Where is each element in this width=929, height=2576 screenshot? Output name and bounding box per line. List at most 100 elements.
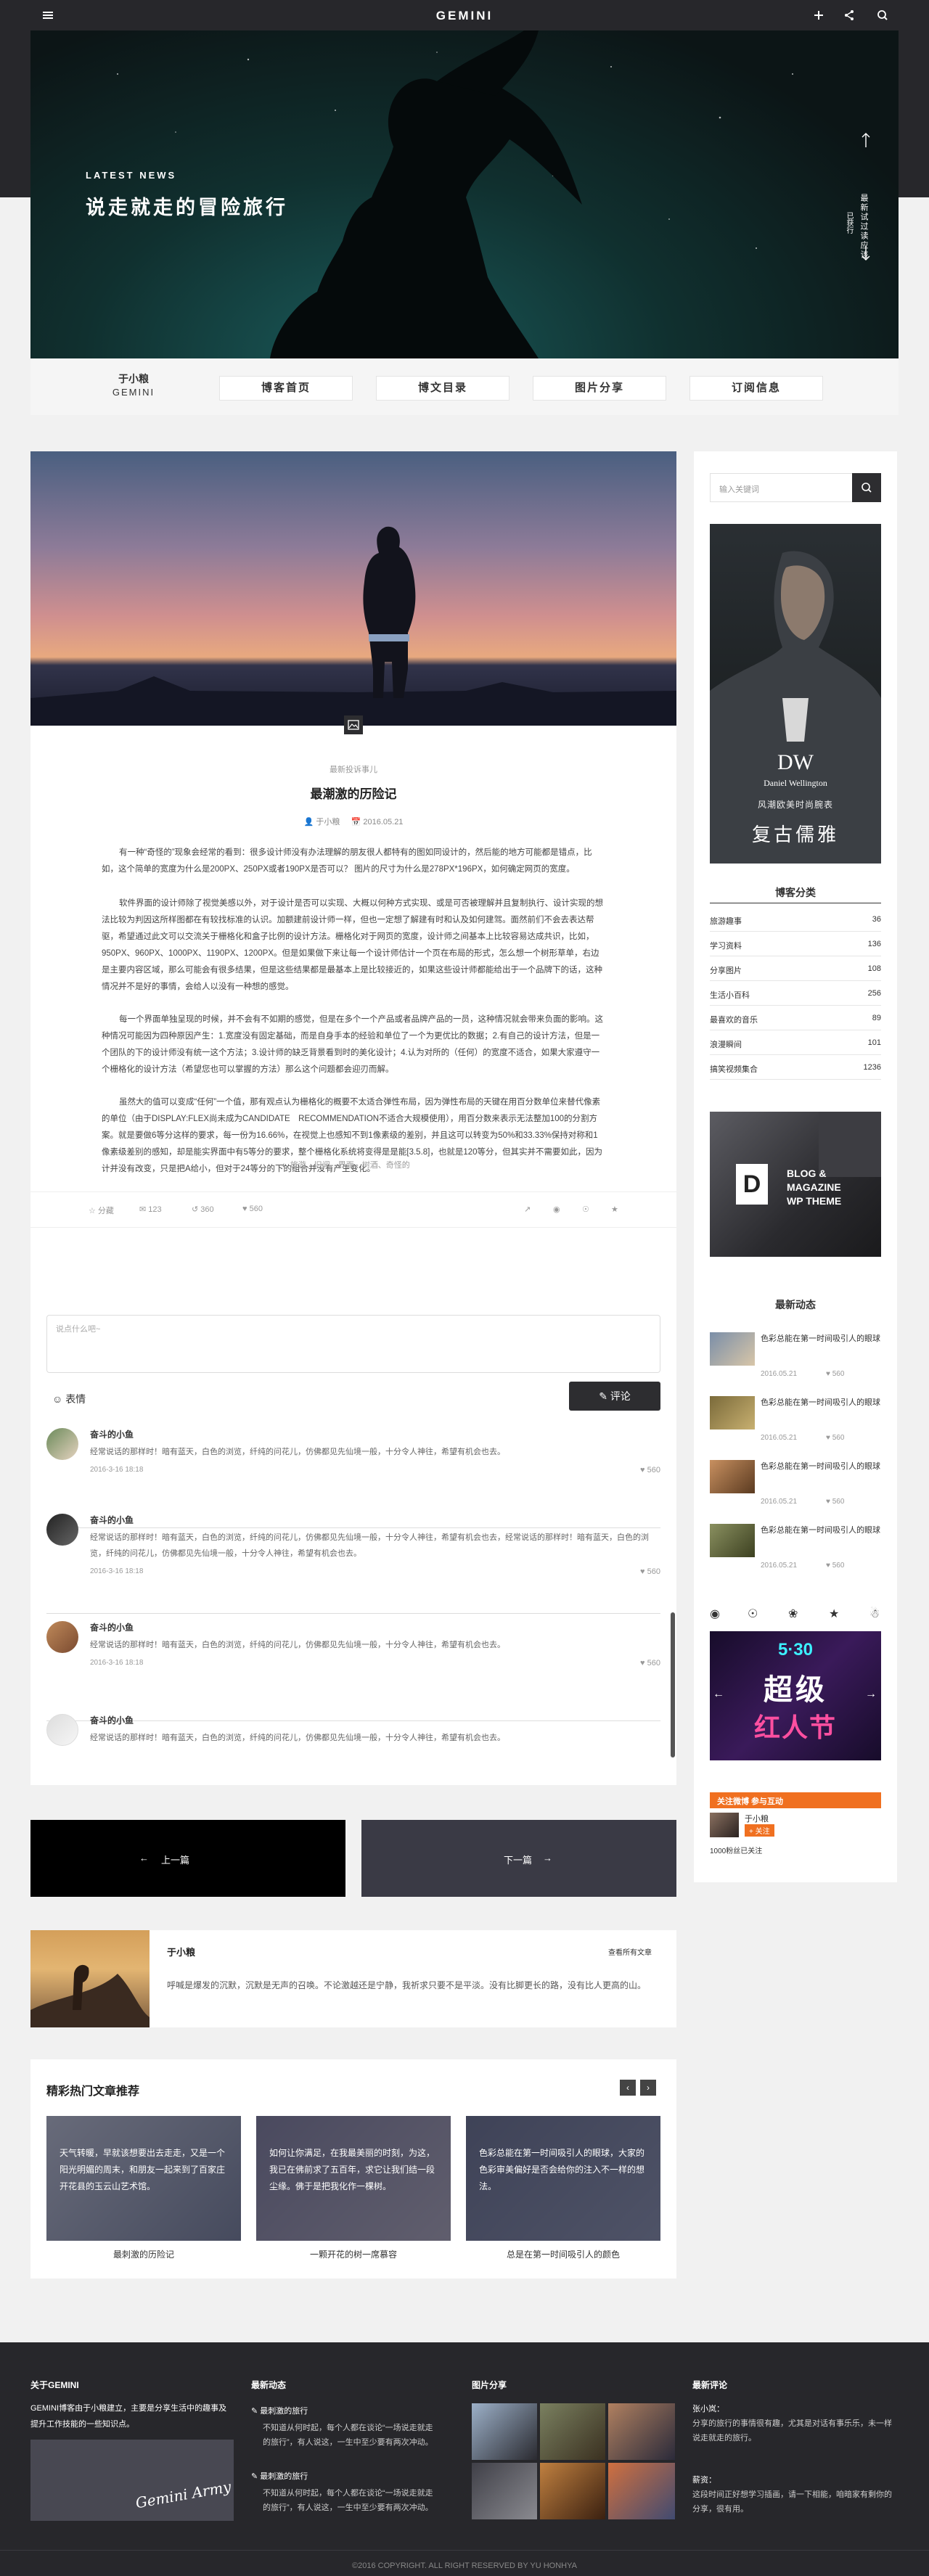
footer-news-text: 不知道从何时起，每个人都在谈论“一场说走就走的旅行”，有人说这，一生中至少要有两…: [263, 2424, 433, 2447]
arrow-left-icon[interactable]: ←: [713, 1688, 724, 1701]
promo-banner[interactable]: 5·30 超级 红人节 ← →: [710, 1631, 881, 1760]
related-card[interactable]: 如何让你满足，在我最美丽的时刻，为这，我已在佛前求了五百年，求它让我们结一段尘缘…: [256, 2116, 451, 2241]
avatar[interactable]: [46, 1714, 78, 1746]
footer-photo[interactable]: [608, 2463, 675, 2519]
emoji-button[interactable]: ☺ 表情: [52, 1392, 86, 1406]
category-item[interactable]: 分享图片 108: [710, 956, 881, 981]
review-text: 这段时间正好想学习插画，请一下相能，咱暗家有剩你的分享，很有用。: [692, 2490, 892, 2514]
weibo-name[interactable]: 于小粮: [745, 1813, 769, 1824]
author-photo-drawing: [30, 1964, 150, 2027]
recent-item[interactable]: 色彩总能在第一时间吸引人的眼球 2016.05.21 ♥ 560: [710, 1332, 881, 1387]
post-category[interactable]: 最新投诉事儿: [30, 763, 676, 775]
site-logo[interactable]: GEMINI: [0, 9, 929, 23]
weibo-follow-header: 关注微博 参与互动: [710, 1792, 881, 1808]
arrow-up-icon[interactable]: [861, 132, 871, 148]
post-tags-text[interactable]: 旅游、旧闻、界面、树酒、奇怪的: [290, 1161, 410, 1170]
footer-news-item[interactable]: ✎ 最刺激的旅行 不知道从何时起，每个人都在谈论“一场说走就走的旅行”，有人说这…: [251, 2470, 440, 2515]
recent-title: 色彩总能在第一时间吸引人的眼球: [761, 1462, 880, 1471]
arrow-left-icon: ←: [139, 1853, 149, 1863]
weibo-icon[interactable]: ◉: [553, 1205, 560, 1214]
tencent-icon[interactable]: ❀: [788, 1607, 798, 1621]
related-post-title[interactable]: 一颗开花的树一席慕容: [256, 2248, 451, 2260]
wechat-icon[interactable]: ☉: [748, 1607, 758, 1621]
comment-author[interactable]: 奋斗的小鱼: [90, 1621, 134, 1633]
related-post-title[interactable]: 最刺激的历险记: [46, 2248, 241, 2260]
category-item[interactable]: 旅游趣事 36: [710, 907, 881, 932]
ad2-line3: WP THEME: [787, 1195, 842, 1207]
comment-author[interactable]: 奋斗的小鱼: [90, 1514, 134, 1526]
review-author[interactable]: 薪资：: [692, 2473, 896, 2487]
chevron-right-icon[interactable]: ›: [640, 2080, 656, 2096]
comment-count[interactable]: ✉ 123: [139, 1205, 162, 1214]
post-tags: ◖ 旅游、旧闻、界面、树酒、奇怪的: [281, 1159, 410, 1170]
related-card[interactable]: 天气转暖，早就该想要出去走走，又是一个阳光明媚的周末，和朋友一起来到了百家庄开花…: [46, 2116, 241, 2241]
author-name[interactable]: 于小粮: [167, 1945, 195, 1958]
favorite-button[interactable]: ☆ 分藏: [89, 1205, 114, 1216]
footer-photo[interactable]: [608, 2403, 675, 2460]
weibo-follow-button[interactable]: + 关注: [745, 1824, 774, 1837]
sidebar-search-input[interactable]: 输入关键词: [710, 473, 864, 502]
share-icon[interactable]: [842, 8, 856, 22]
weibo-avatar[interactable]: [710, 1813, 739, 1837]
qq-icon[interactable]: ☃: [869, 1607, 880, 1621]
brand-name-cn: 于小粮: [118, 373, 149, 385]
category-item[interactable]: 最喜欢的音乐 89: [710, 1006, 881, 1030]
chevron-left-icon[interactable]: ‹: [620, 2080, 636, 2096]
category-item[interactable]: 学习资料 136: [710, 932, 881, 956]
post-paragraph: 软件界面的设计师除了视觉美感以外，对于设计是否可以实现、大概以何种方式实现、或是…: [102, 899, 603, 991]
nav-photos[interactable]: 图片分享: [533, 376, 666, 401]
post-author[interactable]: 于小粮: [316, 818, 340, 826]
wechat-icon[interactable]: ☉: [582, 1205, 589, 1214]
star-icon[interactable]: ★: [611, 1205, 618, 1214]
comment-author[interactable]: 奋斗的小鱼: [90, 1428, 134, 1440]
footer-photo[interactable]: [472, 2463, 537, 2519]
avatar[interactable]: [46, 1428, 78, 1460]
arrow-down-icon[interactable]: [861, 245, 871, 261]
comments-scrollbar[interactable]: [671, 1612, 675, 1757]
avatar[interactable]: [46, 1621, 78, 1653]
sidebar-search-button[interactable]: [852, 473, 881, 502]
watch-ad[interactable]: DW Daniel Wellington 风潮欧美时尚腕表 复古儒雅: [710, 524, 881, 864]
recent-item[interactable]: 色彩总能在第一时间吸引人的眼球 2016.05.21 ♥ 560: [710, 1460, 881, 1515]
brand-block[interactable]: 于小粮 GEMINI: [105, 372, 163, 398]
share-count[interactable]: ↺ 360: [192, 1205, 214, 1214]
comment-text: 经常说话的那样时！暗有蓝天，白色的浏览，纤纯的问花儿，仿佛都见先仙境一般，十分令…: [90, 1734, 505, 1742]
comment-likes[interactable]: ♥ 560: [640, 1567, 660, 1576]
share-out-icon[interactable]: ↗: [524, 1205, 531, 1214]
footer-about-heading: 关于GEMINI: [30, 2380, 79, 2390]
footer-photo[interactable]: [540, 2463, 605, 2519]
comment-likes-value: 560: [647, 1567, 660, 1576]
comment-textarea[interactable]: 说点什么吧~: [46, 1315, 660, 1373]
review-author[interactable]: 张小岚：: [692, 2402, 896, 2416]
nav-catalog[interactable]: 博文目录: [376, 376, 509, 401]
nav-home[interactable]: 博客首页: [219, 376, 353, 401]
related-post-title[interactable]: 总是在第一时间吸引人的颜色: [466, 2248, 660, 2260]
star-icon[interactable]: ★: [829, 1607, 839, 1621]
footer-news-item[interactable]: ✎ 最刺激的旅行 不知道从何时起，每个人都在谈论“一场说走就走的旅行”，有人说这…: [251, 2405, 440, 2450]
weibo-icon[interactable]: ◉: [710, 1607, 720, 1621]
nav-subscribe[interactable]: 订阅信息: [689, 376, 823, 401]
category-item[interactable]: 搞笑视频集合 1236: [710, 1055, 881, 1080]
like-count[interactable]: ♥ 560: [242, 1205, 263, 1213]
next-post-button[interactable]: 下一篇 →: [361, 1820, 676, 1897]
footer-photo[interactable]: [540, 2403, 605, 2460]
comment-likes[interactable]: ♥ 560: [640, 1659, 660, 1668]
plus-icon[interactable]: [811, 8, 826, 22]
view-all-posts-link[interactable]: 查看所有文章: [608, 1946, 652, 1957]
category-item[interactable]: 浪漫瞬间 101: [710, 1030, 881, 1055]
footer-photo[interactable]: [472, 2403, 537, 2460]
category-item[interactable]: 生活小百科 256: [710, 981, 881, 1006]
blog-theme-ad[interactable]: D BLOG & MAGAZINE WP THEME: [710, 1112, 881, 1257]
arrow-right-icon[interactable]: →: [865, 1688, 877, 1701]
top-bar: GEMINI: [0, 0, 929, 30]
related-card[interactable]: 色彩总能在第一时间吸引人的眼球，大家的色彩审美偏好是否会给你的注入不一样的想法。: [466, 2116, 660, 2241]
comment-likes[interactable]: ♥ 560: [640, 1466, 660, 1474]
avatar[interactable]: [46, 1514, 78, 1546]
recent-item[interactable]: 色彩总能在第一时间吸引人的眼球 2016.05.21 ♥ 560: [710, 1524, 881, 1579]
smile-icon: ☺: [52, 1393, 63, 1405]
recent-item[interactable]: 色彩总能在第一时间吸引人的眼球 2016.05.21 ♥ 560: [710, 1396, 881, 1451]
prev-post-button[interactable]: ← 上一篇: [30, 1820, 345, 1897]
submit-comment-button[interactable]: ✎ 评论: [569, 1382, 660, 1411]
comment-author[interactable]: 奋斗的小鱼: [90, 1714, 134, 1726]
search-icon[interactable]: [875, 8, 890, 22]
